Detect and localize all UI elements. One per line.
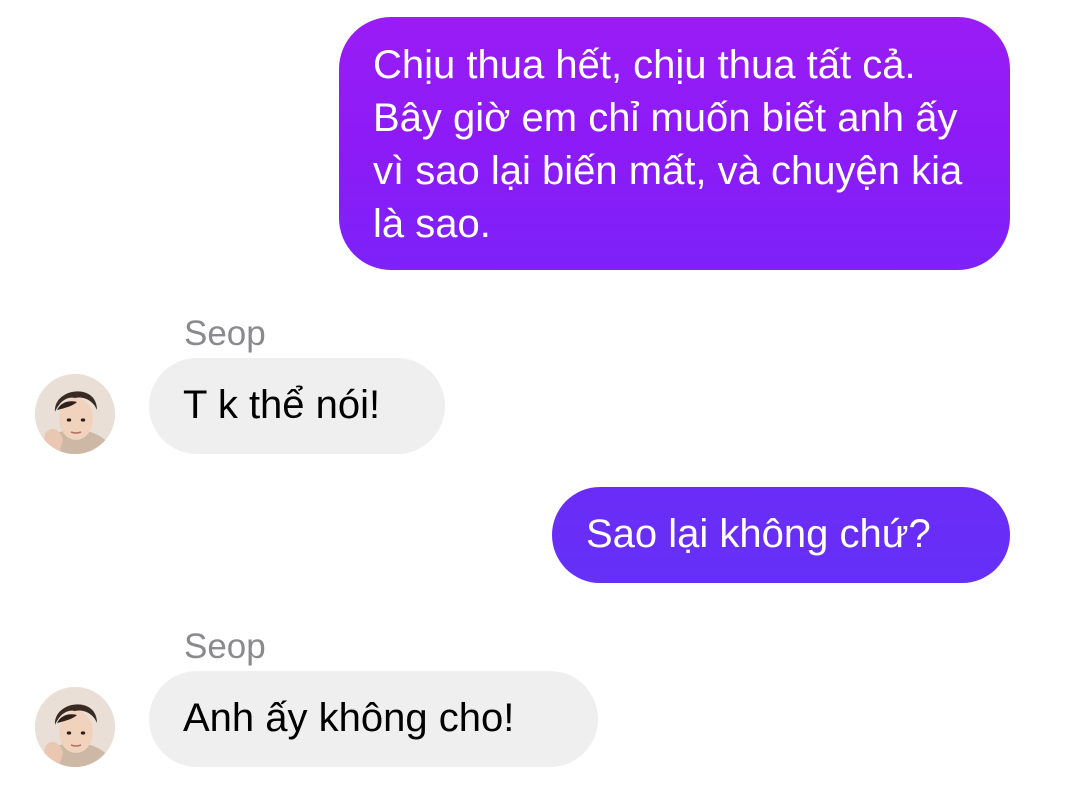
contact-avatar[interactable]	[35, 687, 115, 767]
message-text: Anh ấy không cho!	[183, 696, 515, 740]
outgoing-message-bubble[interactable]: Sao lại không chứ?	[552, 487, 1010, 583]
message-text: Sao lại không chứ?	[586, 512, 931, 556]
incoming-message-bubble[interactable]: T k thể nói!	[149, 358, 445, 454]
message-text: Chịu thua hết, chịu thua tất cả. Bây giờ…	[373, 43, 963, 246]
avatar-photo-icon	[35, 374, 115, 454]
sender-name: Seop	[184, 627, 266, 666]
avatar-photo-icon	[35, 687, 115, 767]
incoming-message-bubble[interactable]: Anh ấy không cho!	[149, 671, 598, 767]
chat-thread: Chịu thua hết, chịu thua tất cả. Bây giờ…	[0, 0, 1080, 797]
contact-avatar[interactable]	[35, 374, 115, 454]
message-text: T k thể nói!	[183, 383, 381, 427]
outgoing-message-bubble[interactable]: Chịu thua hết, chịu thua tất cả. Bây giờ…	[339, 17, 1010, 270]
sender-name: Seop	[184, 314, 266, 353]
